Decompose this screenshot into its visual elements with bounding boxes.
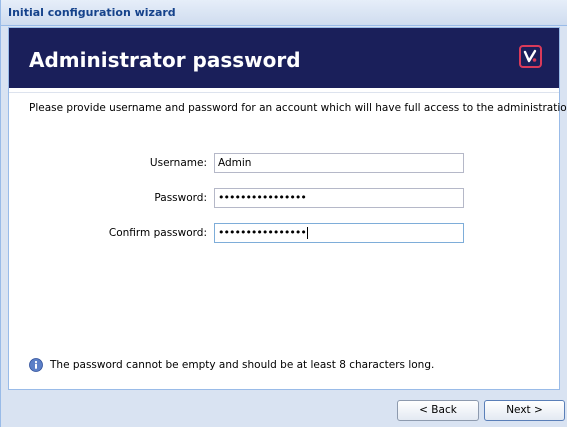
wizard-content-panel: Administrator password Please provide us…: [8, 27, 567, 390]
info-text: The password cannot be empty and should …: [50, 359, 435, 371]
back-button[interactable]: < Back: [397, 400, 479, 421]
password-label: Password:: [154, 192, 207, 204]
header-divider: [9, 92, 559, 93]
confirm-password-label: Confirm password:: [108, 227, 207, 239]
page-title: Administrator password: [29, 48, 301, 72]
password-field[interactable]: ••••••••••••••••: [214, 188, 464, 208]
username-label: Username:: [149, 157, 207, 169]
window-title: Initial configuration wizard: [8, 6, 176, 19]
intro-text: Please provide username and password for…: [29, 102, 567, 114]
brand-logo-icon: [519, 45, 542, 68]
username-field[interactable]: Admin: [214, 153, 464, 173]
confirm-password-value: ••••••••••••••••: [218, 226, 307, 239]
wizard-window: Initial configuration wizard Administrat…: [0, 0, 567, 427]
text-caret: [306, 227, 308, 239]
next-button[interactable]: Next >: [484, 400, 565, 421]
info-icon: [29, 358, 43, 372]
confirm-password-field[interactable]: ••••••••••••••••: [214, 223, 464, 243]
password-value: ••••••••••••••••: [218, 191, 307, 204]
wizard-header: Administrator password: [9, 28, 559, 88]
title-bar: Initial configuration wizard: [1, 0, 567, 26]
